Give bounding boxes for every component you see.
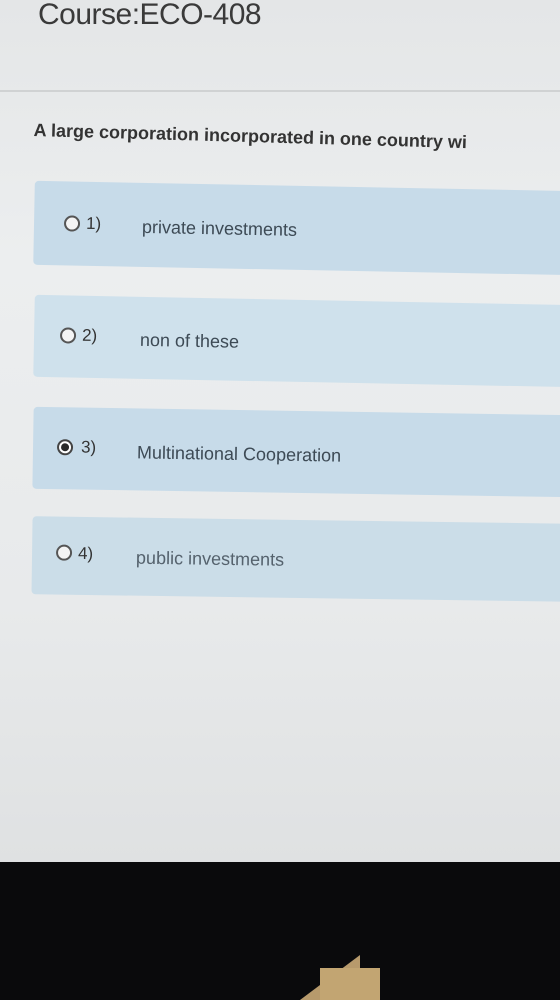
monitor-bezel — [0, 862, 560, 1000]
answer-option-4[interactable]: 4) public investments — [31, 516, 560, 602]
quiz-screen: Course:ECO-408 A large corporation incor… — [0, 0, 560, 862]
radio-button-option-4[interactable] — [55, 544, 73, 561]
radio-button-option-1[interactable] — [63, 215, 81, 232]
option-4-label: public investments — [135, 547, 285, 570]
question-text: A large corporation incorporated in one … — [33, 120, 468, 153]
option-4-number: 4) — [77, 543, 94, 564]
desk-paper — [320, 968, 380, 1000]
option-1-number: 1) — [85, 213, 102, 234]
radio-button-option-2[interactable] — [59, 327, 77, 344]
answer-option-3[interactable]: 3) Multinational Cooperation — [32, 406, 560, 498]
header-divider — [0, 90, 560, 92]
option-3-number: 3) — [80, 437, 97, 457]
option-3-label: Multinational Cooperation — [136, 442, 342, 466]
option-1-label: private investments — [141, 216, 298, 240]
answer-option-2[interactable]: 2) non of these — [33, 294, 560, 388]
radio-button-option-3-selected[interactable] — [56, 439, 74, 456]
option-2-number: 2) — [81, 325, 98, 346]
option-2-label: non of these — [139, 329, 240, 352]
course-title: Course:ECO-408 — [38, 0, 262, 31]
answer-option-1[interactable]: 1) private investments — [33, 180, 560, 276]
